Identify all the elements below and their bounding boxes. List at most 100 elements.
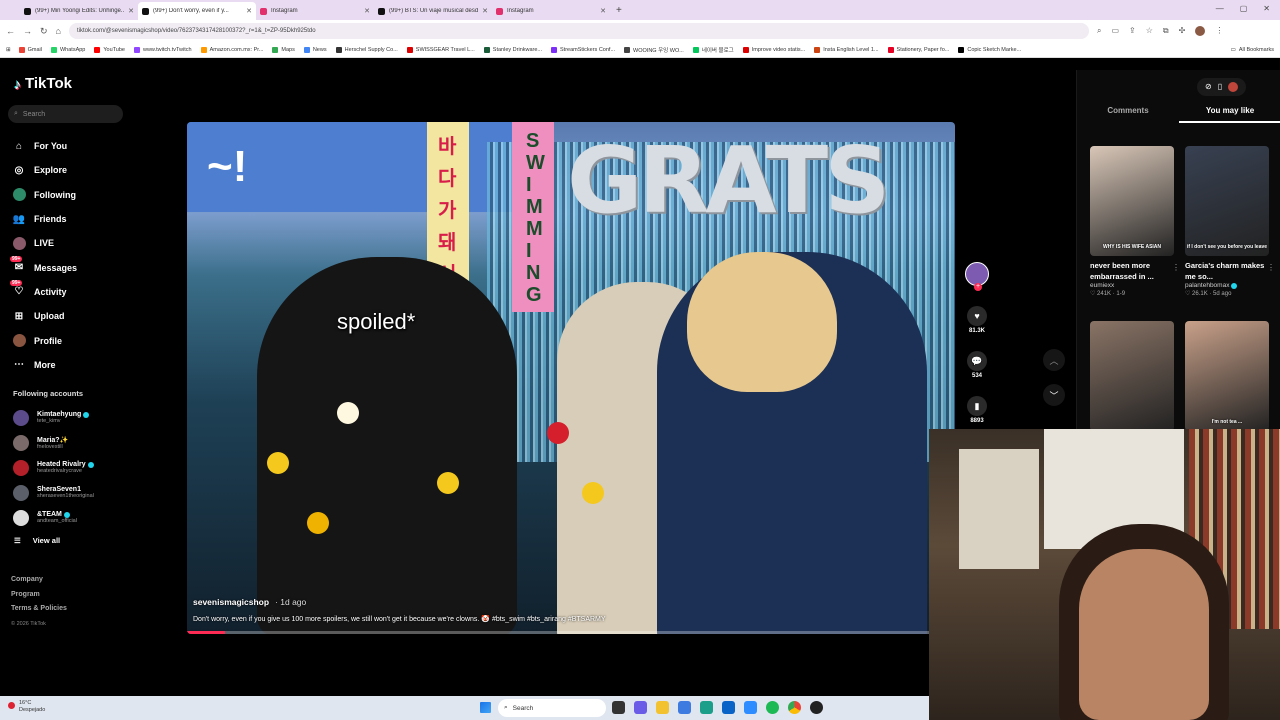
bookmark-item[interactable]: StreamStickers Conf... (551, 46, 615, 54)
extension-icon[interactable]: ⧉ (1163, 26, 1169, 36)
sidebar-item-profile[interactable]: Profile (12, 328, 152, 352)
extensions-puzzle-icon[interactable]: ✣ (1179, 26, 1186, 36)
sidebar-item-messages[interactable]: ✉ 99+ Messages (10, 255, 152, 279)
sidebar-item-more[interactable]: ⋯ More (12, 353, 152, 377)
recommended-video-card[interactable]: if I don't see you before you leave Garci… (1185, 146, 1275, 297)
save-button[interactable]: ▮ (967, 396, 987, 416)
following-account[interactable]: &TEAM andteam_official (13, 505, 153, 530)
footer-company[interactable]: Company (11, 573, 67, 588)
search-input[interactable]: ⌕ Search (8, 105, 123, 123)
all-bookmarks[interactable]: ▭ All Bookmarks (1231, 47, 1280, 53)
sidebar-item-activity[interactable]: ♡ 99+ Activity (10, 279, 152, 304)
footer-terms[interactable]: Terms & Policies (11, 602, 67, 617)
tab-close-icon[interactable]: ✕ (128, 7, 134, 15)
view-all-link[interactable]: ☰ View all (14, 536, 60, 545)
bookmark-item[interactable]: SWISSGEAR Travel L... (406, 46, 475, 54)
comment-button[interactable]: 💬 (967, 351, 987, 371)
bookmark-item[interactable]: Herschel Supply Co... (335, 46, 398, 54)
creator-avatar[interactable]: + (965, 262, 989, 291)
video-player[interactable]: ~! 바다가돼서 SWIMMING GRATS spoiled* sevenis… (187, 122, 955, 634)
bookmark-item[interactable]: Maps (272, 46, 295, 54)
like-button[interactable]: ♥ (967, 306, 987, 326)
tiktok-logo[interactable]: ♪ TikTok (14, 75, 72, 92)
browser-tab[interactable]: Instagram ✕ (256, 2, 374, 20)
sidebar-item-for-you[interactable]: ⌂ For You (12, 134, 152, 158)
forward-icon[interactable]: → (23, 26, 32, 36)
browser-tab[interactable]: (99+) BTS: Un viaje musical desd... ✕ (374, 2, 492, 20)
edge-icon[interactable] (700, 701, 713, 714)
bookmark-star-icon[interactable]: ☆ (1146, 26, 1153, 36)
maximize-icon[interactable]: ▢ (1240, 4, 1248, 13)
video-author-name[interactable]: sevenismagicshop (193, 597, 269, 607)
home-icon[interactable]: ⌂ (56, 26, 61, 36)
browser-tab[interactable]: Instagram ✕ (492, 2, 610, 20)
video-author[interactable]: sevenismagicshop · 1d ago (193, 597, 306, 607)
bookmark-item[interactable]: www.twitch.tvTwitch (133, 46, 192, 54)
bookmark-item[interactable]: News (303, 46, 327, 54)
video-thumbnail[interactable]: I'm not tea ... (1185, 321, 1269, 431)
follow-plus-icon[interactable]: + (974, 283, 982, 291)
bookmark-item[interactable]: Stanley Drinkware... (483, 46, 542, 54)
tab-you-may-like[interactable]: You may like (1179, 106, 1280, 123)
obs-icon[interactable] (810, 701, 823, 714)
spotify-icon[interactable] (766, 701, 779, 714)
tab-close-icon[interactable]: ✕ (246, 7, 252, 15)
bookmark-item[interactable]: Insta English Level 1... (814, 46, 879, 54)
bookmark-item[interactable]: Gmail (18, 46, 42, 54)
outlook-icon[interactable] (722, 701, 735, 714)
tab-close-icon[interactable]: ✕ (364, 7, 370, 15)
zoom-icon[interactable]: ⌕ (1097, 26, 1101, 36)
browser-tab[interactable]: (99+) Don't worry, even if y... ✕ (138, 2, 256, 20)
zoom-app-icon[interactable] (744, 701, 757, 714)
bookmark-item[interactable]: Improve video statis... (742, 46, 805, 54)
bookmark-item[interactable]: WhatsApp (50, 46, 85, 54)
store-icon[interactable] (678, 701, 691, 714)
previous-video-button[interactable]: ︿ (1043, 349, 1065, 371)
recommended-video-card[interactable] (1090, 321, 1174, 431)
cast-icon[interactable]: ▭ (1111, 26, 1119, 36)
bookmark-item[interactable]: 네이버 블로그 (692, 46, 734, 54)
next-video-button[interactable]: ﹀ (1043, 384, 1065, 406)
browser-tab[interactable]: (99+) Min Yoongi Edits: Unhinge... ✕ (20, 2, 138, 20)
compass-icon[interactable]: ⊘ (1205, 82, 1212, 92)
recommended-video-card[interactable]: I'm not tea ... (1185, 321, 1269, 431)
user-avatar[interactable] (1228, 82, 1239, 92)
following-account[interactable]: SheraSeven1 sheraseven1theoriginal (13, 480, 153, 505)
profile-avatar[interactable] (1195, 26, 1206, 36)
weather-widget[interactable]: 16°C Despejado (8, 700, 45, 714)
more-options-icon[interactable]: ⋮ (1172, 263, 1180, 272)
bookmark-item[interactable]: WOOING 우잉 WO... (624, 46, 684, 54)
bookmark-item[interactable]: Amazon.com.mx: Pr... (200, 46, 263, 54)
sidebar-item-friends[interactable]: 👥 Friends (12, 207, 152, 231)
chrome-icon[interactable] (788, 701, 801, 714)
sidebar-item-upload[interactable]: ⊞ Upload (12, 304, 152, 328)
tab-close-icon[interactable]: ✕ (600, 7, 606, 15)
sidebar-item-explore[interactable]: ◎ Explore (12, 158, 152, 182)
close-window-icon[interactable]: ✕ (1263, 4, 1270, 13)
task-view-icon[interactable] (612, 701, 625, 714)
reload-icon[interactable]: ↻ (40, 26, 48, 37)
following-account[interactable]: Kimtaehyung tete_kimv (13, 405, 153, 430)
tab-close-icon[interactable]: ✕ (482, 7, 488, 15)
new-tab-button[interactable]: + (616, 5, 622, 16)
footer-program[interactable]: Program (11, 588, 67, 603)
file-explorer-icon[interactable] (656, 701, 669, 714)
video-thumbnail[interactable] (1090, 321, 1174, 431)
more-options-icon[interactable]: ⋮ (1267, 263, 1275, 272)
sidebar-item-live[interactable]: LIVE (12, 231, 152, 255)
sidebar-item-following[interactable]: Following (12, 183, 152, 207)
windows-start-icon[interactable] (480, 702, 491, 713)
copilot-icon[interactable] (634, 701, 647, 714)
recommended-video-card[interactable]: WHY IS HIS WIFE ASIAN never been more emb… (1090, 146, 1180, 297)
share-icon[interactable]: ⇪ (1129, 26, 1136, 36)
video-progress-bar[interactable] (187, 631, 955, 634)
video-thumbnail[interactable]: WHY IS HIS WIFE ASIAN (1090, 146, 1174, 256)
bookmark-item[interactable]: YouTube (94, 46, 125, 54)
back-icon[interactable]: ← (6, 26, 15, 36)
minimize-icon[interactable]: — (1216, 4, 1224, 13)
url-field[interactable]: tiktok.com/@sevenismagicshop/video/76237… (68, 23, 1089, 39)
menu-kebab-icon[interactable]: ⋮ (1215, 26, 1223, 36)
apps-grid-icon[interactable]: ⊞ (6, 47, 11, 53)
video-thumbnail[interactable]: if I don't see you before you leave (1185, 146, 1269, 256)
bookmark-item[interactable]: Copic Sketch Marke... (958, 46, 1021, 54)
